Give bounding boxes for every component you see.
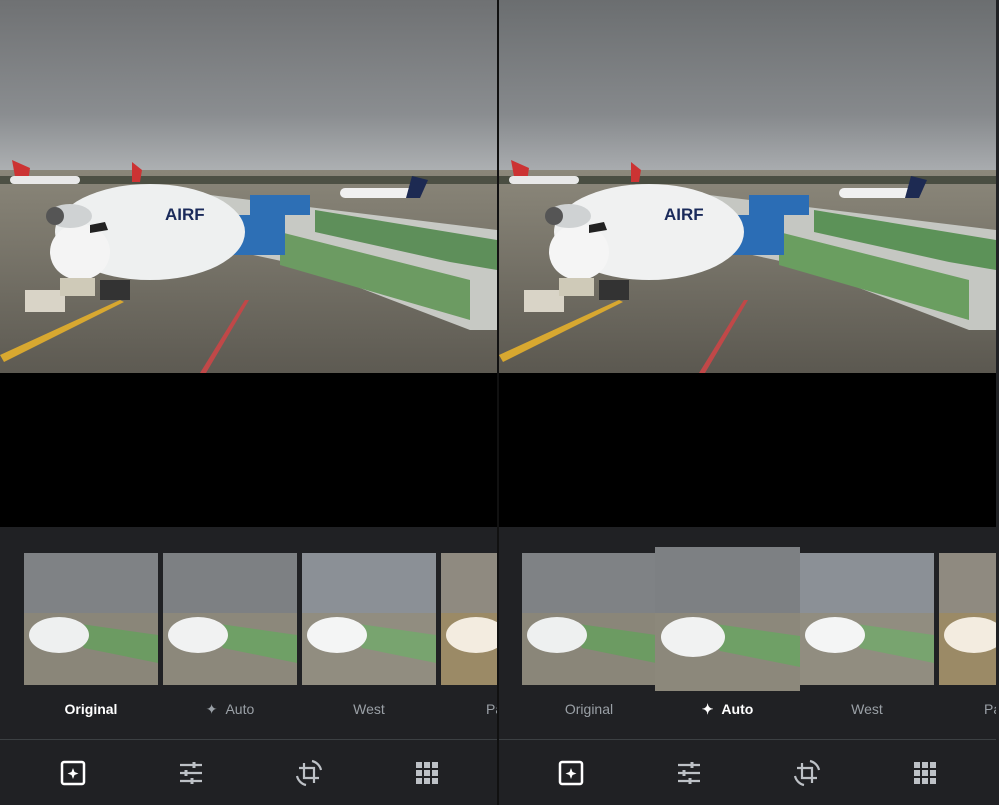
editor-toolbar — [499, 740, 996, 805]
filter-label-original: Original — [64, 701, 118, 717]
filter-label-auto: ✦ Auto — [701, 700, 754, 718]
editor-panel-right: AIRF Original ✦ Auto West P — [499, 0, 996, 805]
filter-label-west: West — [851, 701, 883, 717]
filter-thumbnail — [24, 553, 158, 685]
filter-label-palma: Pa — [486, 701, 497, 717]
filter-strip: Original ✦Auto West Pa — [0, 527, 497, 739]
filter-label-auto: ✦ Auto — [205, 700, 255, 718]
airplane-photo: AIRF — [499, 0, 996, 373]
filter-palma[interactable] — [939, 553, 996, 685]
filter-west[interactable] — [800, 553, 934, 685]
photo-preview: AIRF — [499, 0, 996, 373]
filter-strip: Original ✦Auto West Pa — [499, 527, 996, 739]
filter-palma[interactable] — [441, 553, 497, 685]
filter-thumbnail — [522, 553, 656, 685]
airplane-photo: AIRF — [0, 0, 497, 373]
grid-icon[interactable] — [412, 758, 442, 788]
filter-auto[interactable] — [655, 547, 800, 691]
sparkle-icon: ✦ — [205, 700, 218, 717]
filter-original[interactable] — [24, 553, 158, 685]
filter-thumbnail — [939, 553, 996, 685]
filter-thumbnail — [441, 553, 497, 685]
sparkle-icon: ✦ — [701, 700, 714, 717]
photo-preview: AIRF — [0, 0, 497, 373]
filter-thumbnail — [655, 547, 800, 691]
editor-toolbar — [0, 740, 497, 805]
grid-icon[interactable] — [910, 758, 940, 788]
adjust-sliders-icon[interactable] — [674, 758, 704, 788]
aircraft-livery-text: AIRF — [165, 205, 205, 224]
filter-label-palma: Pa — [984, 701, 996, 717]
auto-enhance-icon[interactable] — [556, 758, 586, 788]
filter-west[interactable] — [302, 553, 436, 685]
photo-preview-area: AIRF — [0, 0, 497, 527]
filter-thumbnail — [163, 553, 297, 685]
filter-label-original: Original — [564, 701, 614, 717]
crop-rotate-icon[interactable] — [792, 758, 822, 788]
adjust-sliders-icon[interactable] — [176, 758, 206, 788]
filter-thumbnail — [800, 553, 934, 685]
filter-thumbnail — [302, 553, 436, 685]
auto-enhance-icon[interactable] — [58, 758, 88, 788]
filter-label-west: West — [353, 701, 385, 717]
crop-rotate-icon[interactable] — [294, 758, 324, 788]
photo-preview-area: AIRF — [499, 0, 996, 527]
aircraft-livery-text: AIRF — [664, 205, 704, 224]
filter-original[interactable] — [522, 553, 656, 685]
editor-panel-left: AIRF Original ✦ Auto West P — [0, 0, 497, 805]
filter-auto[interactable] — [163, 553, 297, 685]
